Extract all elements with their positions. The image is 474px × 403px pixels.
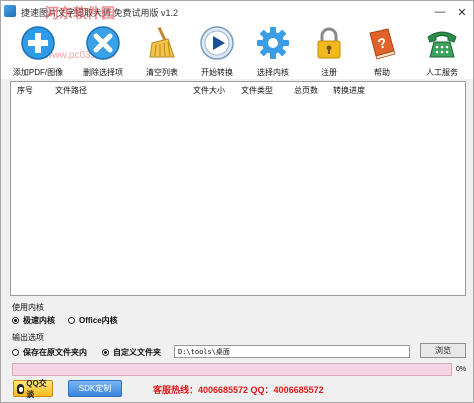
start-convert-button[interactable]: 开始转换 <box>187 23 247 79</box>
toolbar: www.pc0359.cn 添加PDF/图像 删除选择项 清空列表 开始转换 选… <box>1 23 473 79</box>
browse-button[interactable]: 浏览 <box>420 343 466 358</box>
progress-percent: 0% <box>456 366 467 373</box>
column-header-type[interactable]: 文件类型 <box>241 85 273 96</box>
close-button[interactable]: ✕ <box>451 1 473 23</box>
output-section-label: 输出选项 <box>12 333 44 342</box>
help-button[interactable]: ? 帮助 <box>352 23 412 79</box>
broom-icon <box>149 26 175 58</box>
tool-label: 帮助 <box>374 68 390 77</box>
qq-button-label: QQ交谈 <box>26 378 47 399</box>
tool-label: 添加PDF/图像 <box>12 68 64 77</box>
radio-dot <box>12 317 19 324</box>
engine-section-label: 使用内核 <box>12 303 44 312</box>
delete-selected-button[interactable]: 删除选择项 <box>73 23 133 79</box>
tool-label: 清空列表 <box>146 68 178 77</box>
help-book-icon: ? <box>369 28 396 60</box>
conversion-progress-bar <box>12 363 452 376</box>
sdk-custom-button[interactable]: SDK定制 <box>68 380 122 397</box>
column-header-path[interactable]: 文件路径 <box>55 85 87 96</box>
app-window: 捷速图片文字提取大师 免费试用版 v1.2 河东软件园 — ✕ www.pc03… <box>0 0 474 403</box>
delete-icon <box>86 26 120 60</box>
support-hotline-text: 客服热线：4006685572 QQ：4006685572 <box>153 385 324 395</box>
file-list-table[interactable]: 序号 文件路径 文件大小 文件类型 总页数 转换进度 <box>10 81 466 296</box>
column-header-size[interactable]: 文件大小 <box>193 85 225 96</box>
column-header-index[interactable]: 序号 <box>17 85 33 96</box>
title-bar: 捷速图片文字提取大师 免费试用版 v1.2 河东软件园 — ✕ <box>1 1 473 23</box>
gear-icon <box>257 27 289 59</box>
minimize-button[interactable]: — <box>429 1 451 23</box>
radio-dot <box>12 349 19 356</box>
play-icon <box>200 26 234 60</box>
engine-fast-radio[interactable]: 极速内核 <box>12 315 55 326</box>
custom-folder-radio[interactable]: 自定义文件夹 <box>102 347 161 358</box>
qq-chat-button[interactable]: QQ交谈 <box>13 378 53 399</box>
tool-label: 注册 <box>321 68 337 77</box>
save-original-folder-radio[interactable]: 保存在原文件夹内 <box>12 347 87 358</box>
tool-label: 开始转换 <box>201 68 233 77</box>
phone-icon <box>427 31 457 58</box>
watermark-text: 河东软件园 <box>45 5 115 21</box>
clear-list-button[interactable]: 清空列表 <box>132 23 192 79</box>
tool-label: 选择内核 <box>257 68 289 77</box>
register-button[interactable]: 注册 <box>299 23 359 79</box>
radio-dot <box>102 349 109 356</box>
add-icon <box>21 26 55 60</box>
column-header-pages[interactable]: 总页数 <box>294 85 318 96</box>
column-header-progress[interactable]: 转换进度 <box>333 85 365 96</box>
manual-service-button[interactable]: 人工服务 <box>412 23 472 79</box>
qq-penguin-icon <box>17 383 25 394</box>
radio-dot <box>68 317 75 324</box>
output-path-field[interactable]: D:\tools\桌面 <box>174 345 410 358</box>
lock-icon <box>317 27 341 59</box>
add-pdf-image-button[interactable]: 添加PDF/图像 <box>8 23 68 79</box>
select-engine-button[interactable]: 选择内核 <box>243 23 303 79</box>
tool-label: 删除选择项 <box>83 68 123 77</box>
engine-office-radio[interactable]: Office内核 <box>68 315 118 326</box>
tool-label: 人工服务 <box>426 68 458 77</box>
app-icon <box>4 5 16 17</box>
